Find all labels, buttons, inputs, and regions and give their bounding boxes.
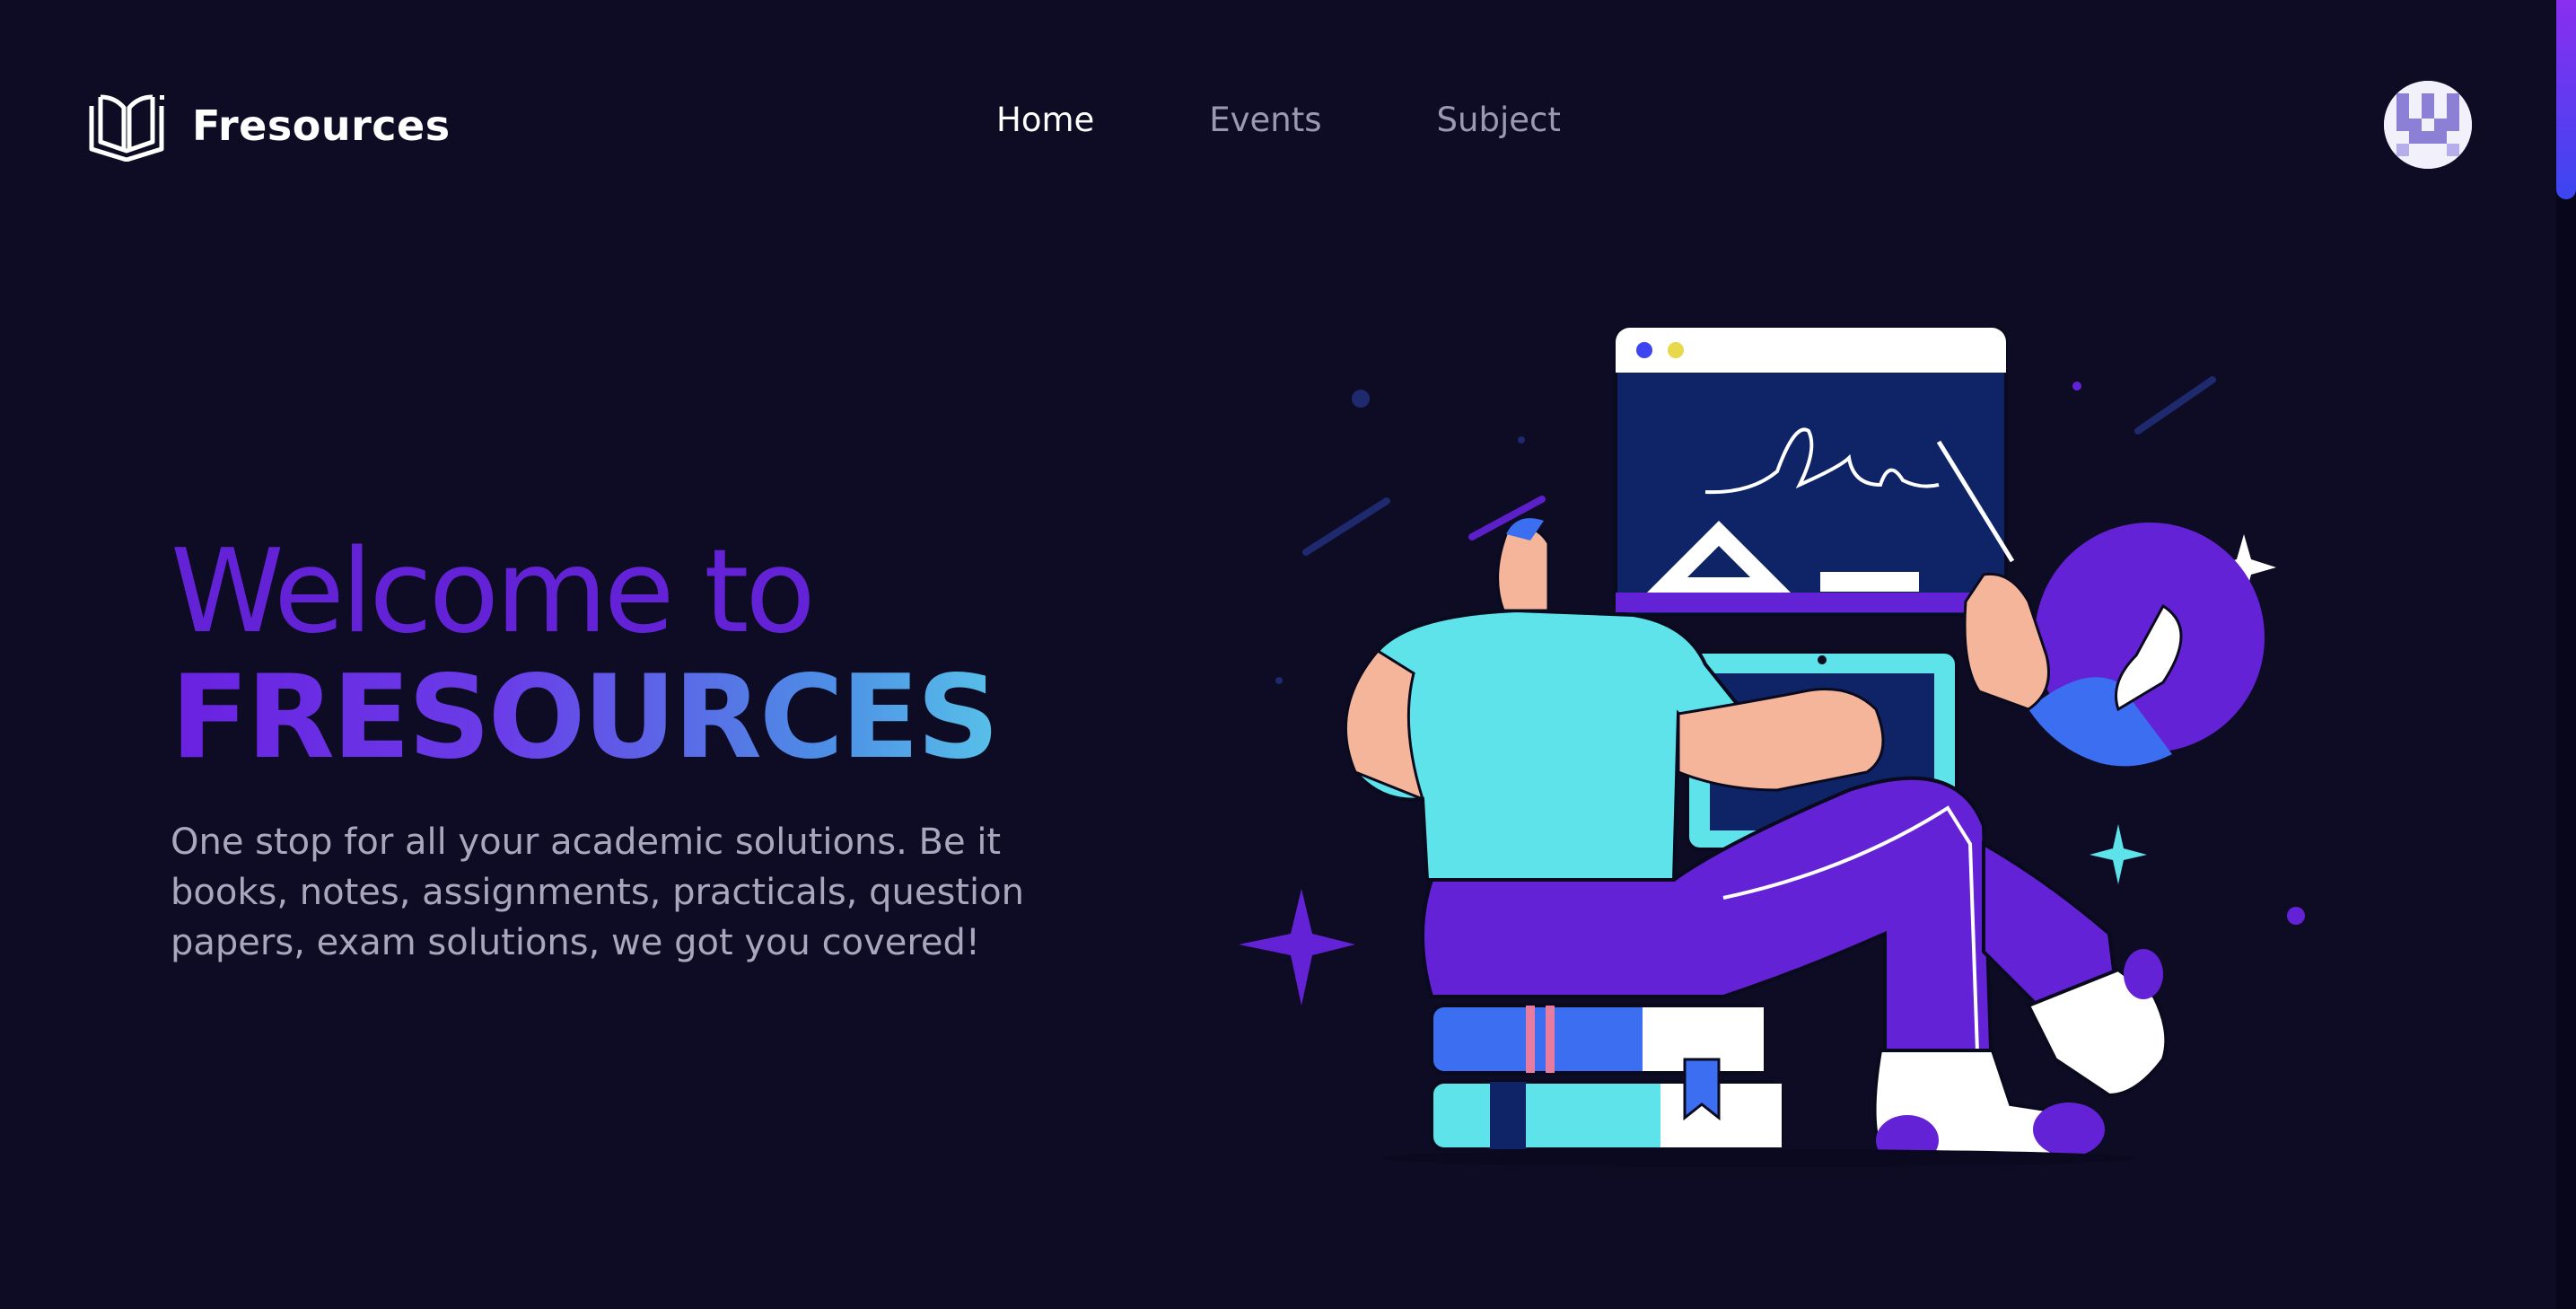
brand-name: Fresources xyxy=(192,101,451,150)
main-nav: Home Events Subject xyxy=(996,101,1561,139)
nav-item-events[interactable]: Events xyxy=(1209,101,1321,139)
open-book-icon xyxy=(89,94,164,162)
scroll-thumb[interactable] xyxy=(2556,0,2576,199)
hero-description: One stop for all your academic solutions… xyxy=(171,821,1024,963)
nav-item-subject[interactable]: Subject xyxy=(1437,101,1561,139)
nav-item-home[interactable]: Home xyxy=(996,101,1094,139)
landing-page: Fresources Home Events Subject Welcome t… xyxy=(0,0,2576,1309)
hero-welcome-text: Welcome to xyxy=(171,525,816,659)
scrollbar[interactable] xyxy=(2556,0,2576,1309)
hero-section: Welcome to FRESOURCES One stop for all y… xyxy=(171,530,1113,1004)
brand[interactable]: Fresources xyxy=(86,90,451,162)
student-studying-illustration xyxy=(1239,326,2305,1167)
hero-brand-title: FRESOURCES xyxy=(171,655,1113,781)
pixel-avatar-icon xyxy=(2384,81,2472,169)
avatar[interactable] xyxy=(2384,81,2472,169)
